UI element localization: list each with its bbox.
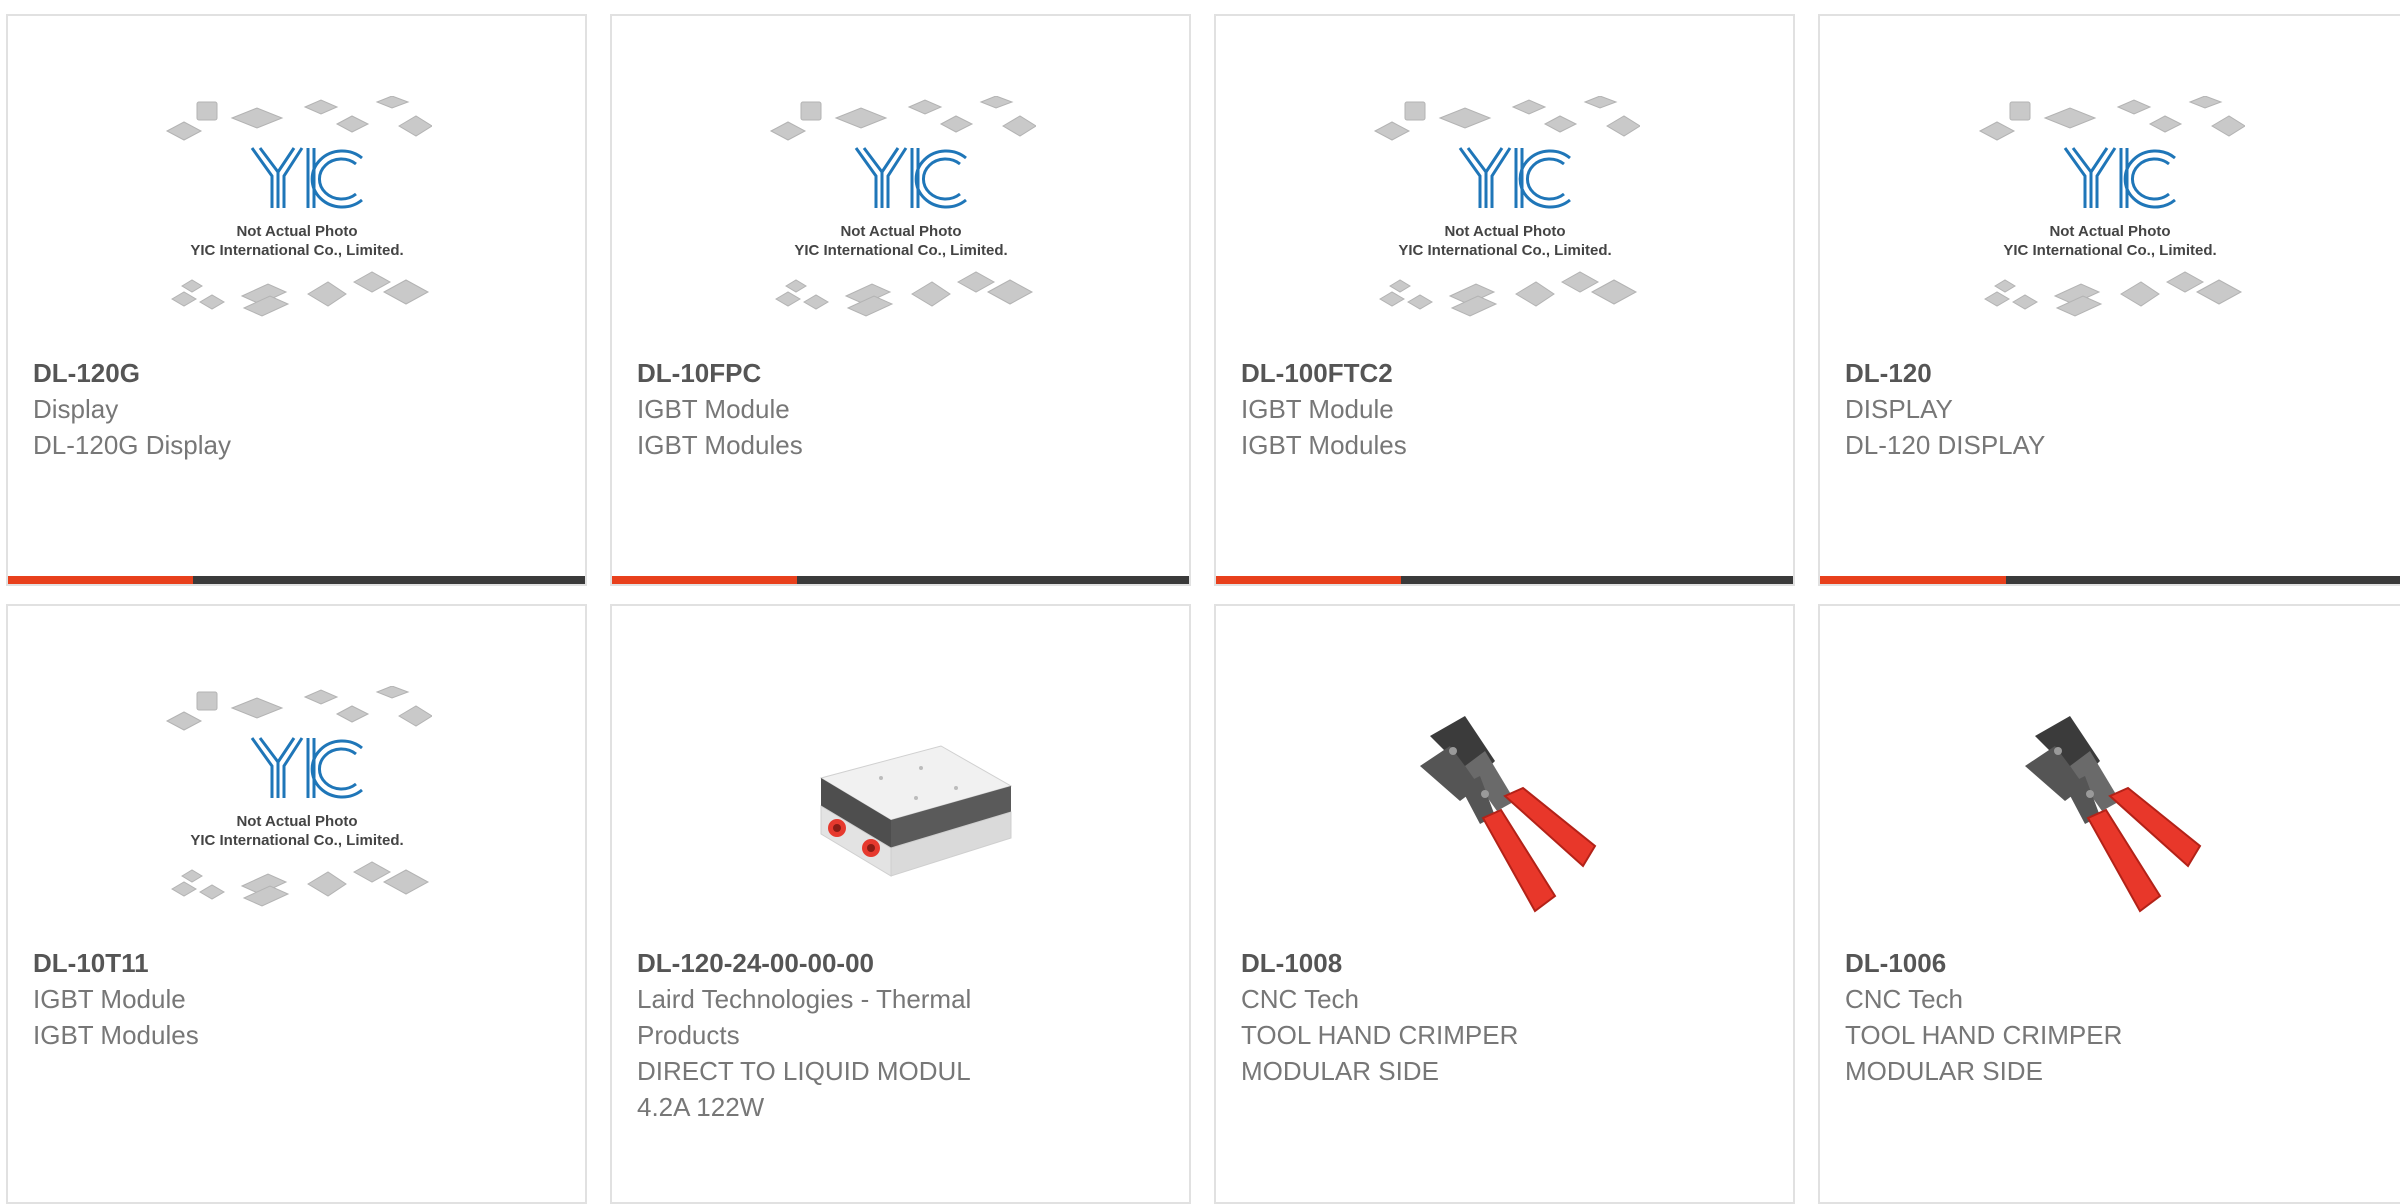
product-card[interactable]: DL-1006 CNC Tech TOOL HAND CRIMPER MODUL… bbox=[1818, 604, 2400, 1204]
product-info: DL-1006 CNC Tech TOOL HAND CRIMPER MODUL… bbox=[1845, 945, 2380, 1089]
product-info: DL-120-24-00-00-00 Laird Technologies - … bbox=[637, 945, 1169, 1125]
product-line: TOOL HAND CRIMPER bbox=[1845, 1020, 2123, 1050]
product-info: DL-120 DISPLAY DL-120 DISPLAY bbox=[1845, 355, 2380, 463]
product-line: MODULAR SIDE bbox=[1845, 1056, 2043, 1086]
product-card[interactable]: Not Actual Photo YIC International Co., … bbox=[6, 14, 587, 586]
progress-bar bbox=[1216, 576, 1793, 584]
progress-bar bbox=[612, 576, 1189, 584]
product-info: DL-10T11 IGBT Module IGBT Modules bbox=[33, 945, 565, 1053]
yic-logo-picture: Not Actual Photo YIC International Co., … bbox=[165, 96, 432, 317]
product-line: CNC Tech bbox=[1241, 984, 1360, 1014]
product-line: DIRECT TO LIQUID MODUL bbox=[637, 1056, 971, 1086]
part-number[interactable]: DL-10T11 bbox=[33, 945, 565, 981]
placeholder-line-2: YIC International Co., Limited. bbox=[794, 242, 1007, 259]
progress-fill bbox=[1820, 576, 2006, 584]
placeholder-line-2: YIC International Co., Limited. bbox=[2003, 242, 2216, 259]
product-info: DL-10FPC IGBT Module IGBT Modules bbox=[637, 355, 1169, 463]
product-line: Laird Technologies - Thermal bbox=[637, 984, 972, 1014]
yic-placeholder-image[interactable]: Not Actual Photo YIC International Co., … bbox=[1216, 90, 1793, 352]
product-line: IGBT Module bbox=[1241, 394, 1394, 424]
part-number[interactable]: DL-100FTC2 bbox=[1241, 355, 1773, 391]
product-line: IGBT Module bbox=[637, 394, 790, 424]
part-number[interactable]: DL-120-24-00-00-00 bbox=[637, 945, 1169, 981]
hand-crimper-picture bbox=[2010, 706, 2210, 916]
product-line: TOOL HAND CRIMPER bbox=[1241, 1020, 1519, 1050]
product-card[interactable]: DL-120-24-00-00-00 Laird Technologies - … bbox=[610, 604, 1191, 1204]
yic-placeholder-image[interactable]: Not Actual Photo YIC International Co., … bbox=[612, 90, 1189, 352]
product-line: MODULAR SIDE bbox=[1241, 1056, 1439, 1086]
product-line: IGBT Modules bbox=[637, 430, 803, 460]
yic-placeholder-image[interactable]: Not Actual Photo YIC International Co., … bbox=[1820, 90, 2400, 352]
product-card[interactable]: Not Actual Photo YIC International Co., … bbox=[6, 604, 587, 1204]
placeholder-line-1: Not Actual Photo bbox=[236, 813, 357, 830]
product-card[interactable]: Not Actual Photo YIC International Co., … bbox=[1214, 14, 1795, 586]
product-card[interactable]: DL-1008 CNC Tech TOOL HAND CRIMPER MODUL… bbox=[1214, 604, 1795, 1204]
product-card[interactable]: Not Actual Photo YIC International Co., … bbox=[610, 14, 1191, 586]
hand-crimper-picture bbox=[1404, 706, 1605, 916]
hand-crimper-image[interactable] bbox=[1216, 680, 1793, 942]
hand-crimper-image[interactable] bbox=[1820, 680, 2400, 942]
yic-placeholder-image[interactable]: Not Actual Photo YIC International Co., … bbox=[8, 90, 585, 352]
yic-logo-picture: Not Actual Photo YIC International Co., … bbox=[769, 96, 1036, 317]
product-line: Display bbox=[33, 394, 119, 424]
placeholder-line-1: Not Actual Photo bbox=[2049, 223, 2170, 240]
yic-logo-picture: Not Actual Photo YIC International Co., … bbox=[165, 686, 432, 907]
yic-logo-picture: Not Actual Photo YIC International Co., … bbox=[1978, 96, 2245, 317]
progress-fill bbox=[1216, 576, 1401, 584]
progress-fill bbox=[8, 576, 193, 584]
part-number[interactable]: DL-1006 bbox=[1845, 945, 2380, 981]
product-card[interactable]: Not Actual Photo YIC International Co., … bbox=[1818, 14, 2400, 586]
placeholder-line-2: YIC International Co., Limited. bbox=[190, 832, 403, 849]
product-info: DL-120G Display DL-120G Display bbox=[33, 355, 565, 463]
progress-fill bbox=[612, 576, 797, 584]
placeholder-line-1: Not Actual Photo bbox=[840, 223, 961, 240]
product-info: DL-100FTC2 IGBT Module IGBT Modules bbox=[1241, 355, 1773, 463]
product-line: IGBT Module bbox=[33, 984, 186, 1014]
product-line: IGBT Modules bbox=[33, 1020, 199, 1050]
part-number[interactable]: DL-1008 bbox=[1241, 945, 1773, 981]
product-line: DL-120 DISPLAY bbox=[1845, 430, 2046, 460]
part-number[interactable]: DL-10FPC bbox=[637, 355, 1169, 391]
product-line: DL-120G Display bbox=[33, 430, 231, 460]
part-number[interactable]: DL-120 bbox=[1845, 355, 2380, 391]
progress-bar bbox=[8, 576, 585, 584]
yic-logo-picture: Not Actual Photo YIC International Co., … bbox=[1373, 96, 1640, 317]
yic-placeholder-image[interactable]: Not Actual Photo YIC International Co., … bbox=[8, 680, 585, 942]
placeholder-line-2: YIC International Co., Limited. bbox=[190, 242, 403, 259]
thermal-module-image[interactable] bbox=[612, 680, 1189, 942]
part-number[interactable]: DL-120G bbox=[33, 355, 565, 391]
product-line: 4.2A 122W bbox=[637, 1092, 765, 1122]
placeholder-line-1: Not Actual Photo bbox=[1444, 223, 1565, 240]
product-line: IGBT Modules bbox=[1241, 430, 1407, 460]
product-line: Products bbox=[637, 1020, 740, 1050]
product-line: CNC Tech bbox=[1845, 984, 1964, 1014]
product-info: DL-1008 CNC Tech TOOL HAND CRIMPER MODUL… bbox=[1241, 945, 1773, 1089]
progress-bar bbox=[1820, 576, 2400, 584]
placeholder-line-1: Not Actual Photo bbox=[236, 223, 357, 240]
product-line: DISPLAY bbox=[1845, 394, 1953, 424]
placeholder-line-2: YIC International Co., Limited. bbox=[1398, 242, 1611, 259]
thermal-module-picture bbox=[819, 745, 1012, 877]
